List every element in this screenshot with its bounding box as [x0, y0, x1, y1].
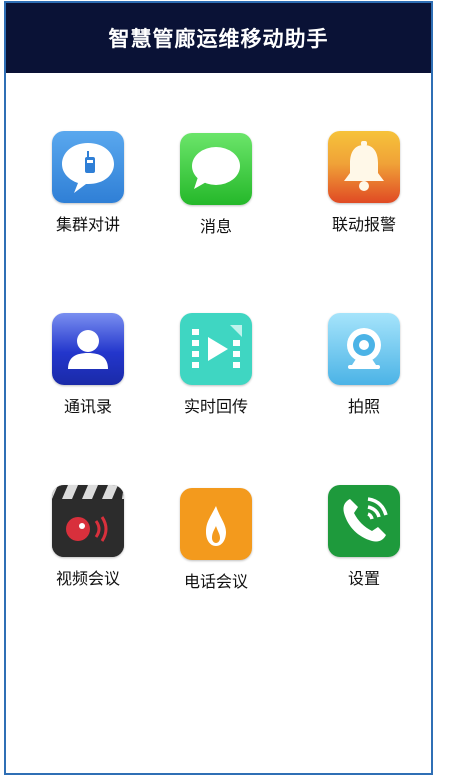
app-messages[interactable]: 消息 — [161, 133, 271, 237]
clapperboard-icon — [52, 485, 124, 557]
app-frame: 智慧管廊运维移动助手 集群对讲 消息 联动报警 通讯录 实时回传 拍照 视频会议… — [4, 1, 433, 775]
message-bubble-icon — [180, 133, 252, 205]
app-label: 通讯录 — [63, 397, 112, 416]
app-label: 视频会议 — [55, 569, 120, 588]
page-title: 智慧管廊运维移动助手 — [108, 27, 329, 51]
app-label: 电话会议 — [183, 572, 248, 591]
app-label: 设置 — [347, 569, 380, 588]
flame-icon — [180, 488, 252, 560]
app-header: 智慧管廊运维移动助手 — [6, 3, 431, 73]
app-photo[interactable]: 拍照 — [309, 313, 419, 417]
app-label: 集群对讲 — [55, 215, 120, 234]
alarm-bell-icon — [328, 131, 400, 203]
app-label: 联动报警 — [331, 215, 396, 234]
app-video-conference[interactable]: 视频会议 — [33, 485, 143, 589]
app-intercom[interactable]: 集群对讲 — [33, 131, 143, 235]
video-play-icon — [180, 313, 252, 385]
phone-call-icon — [328, 485, 400, 557]
contacts-person-icon — [52, 313, 124, 385]
app-settings[interactable]: 设置 — [309, 485, 419, 589]
app-label: 消息 — [199, 217, 232, 236]
intercom-bubble-icon — [52, 131, 124, 203]
app-realtime-video[interactable]: 实时回传 — [161, 313, 271, 417]
app-alarm[interactable]: 联动报警 — [309, 131, 419, 235]
app-contacts[interactable]: 通讯录 — [33, 313, 143, 417]
camera-lens-icon — [328, 313, 400, 385]
app-label: 拍照 — [347, 397, 380, 416]
app-phone-conference[interactable]: 电话会议 — [161, 488, 271, 592]
app-label: 实时回传 — [183, 397, 248, 416]
